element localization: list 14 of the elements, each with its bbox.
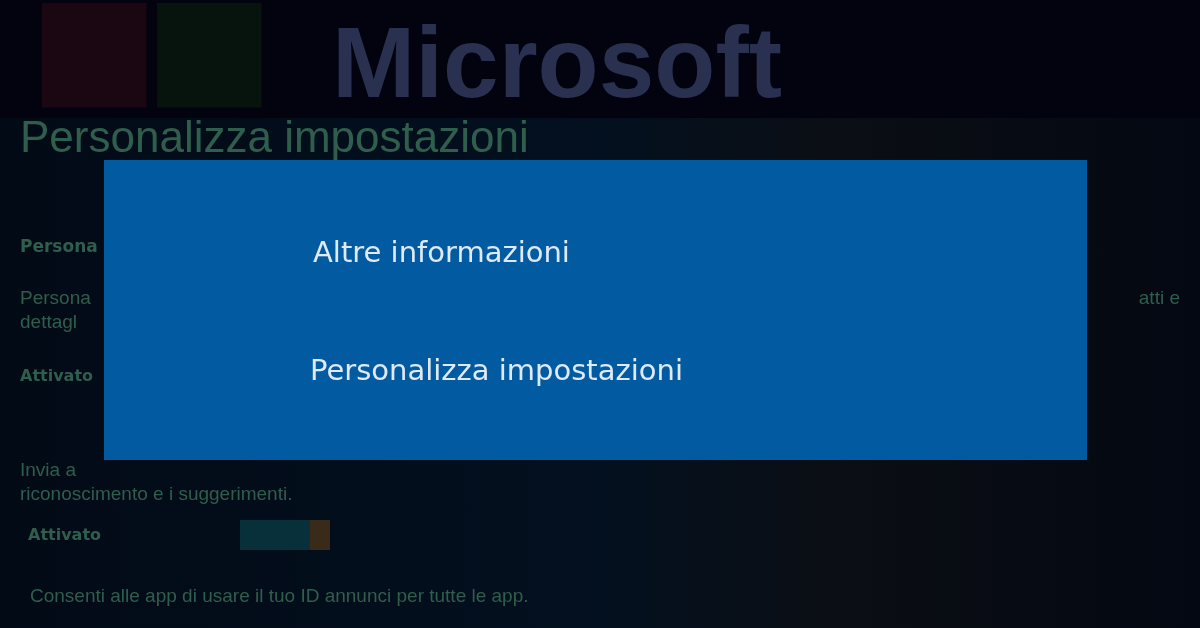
setting-text: Persona: [20, 286, 91, 310]
setting-text: Consenti alle app di usare il tuo ID annunci per tutte le app.: [29, 584, 529, 608]
toggle-switch[interactable]: [240, 520, 330, 550]
setting-text: Invia a: [20, 458, 76, 482]
setting-text: dettagl: [20, 310, 78, 334]
menu-option[interactable]: Personalizza impostazioni: [310, 350, 683, 390]
setting-text: atti e: [1138, 286, 1180, 310]
logo-text: Microsoft: [332, 6, 782, 118]
menu-option[interactable]: Altre informazioni: [313, 232, 570, 272]
setting-state-label: Attivato: [28, 524, 103, 546]
page-title: Personalizza impostazioni: [20, 116, 529, 158]
section-heading: Persona: [20, 235, 98, 258]
setting-state-label: Attivato: [20, 365, 94, 387]
setting-text: riconoscimento e i suggerimenti.: [20, 482, 293, 506]
